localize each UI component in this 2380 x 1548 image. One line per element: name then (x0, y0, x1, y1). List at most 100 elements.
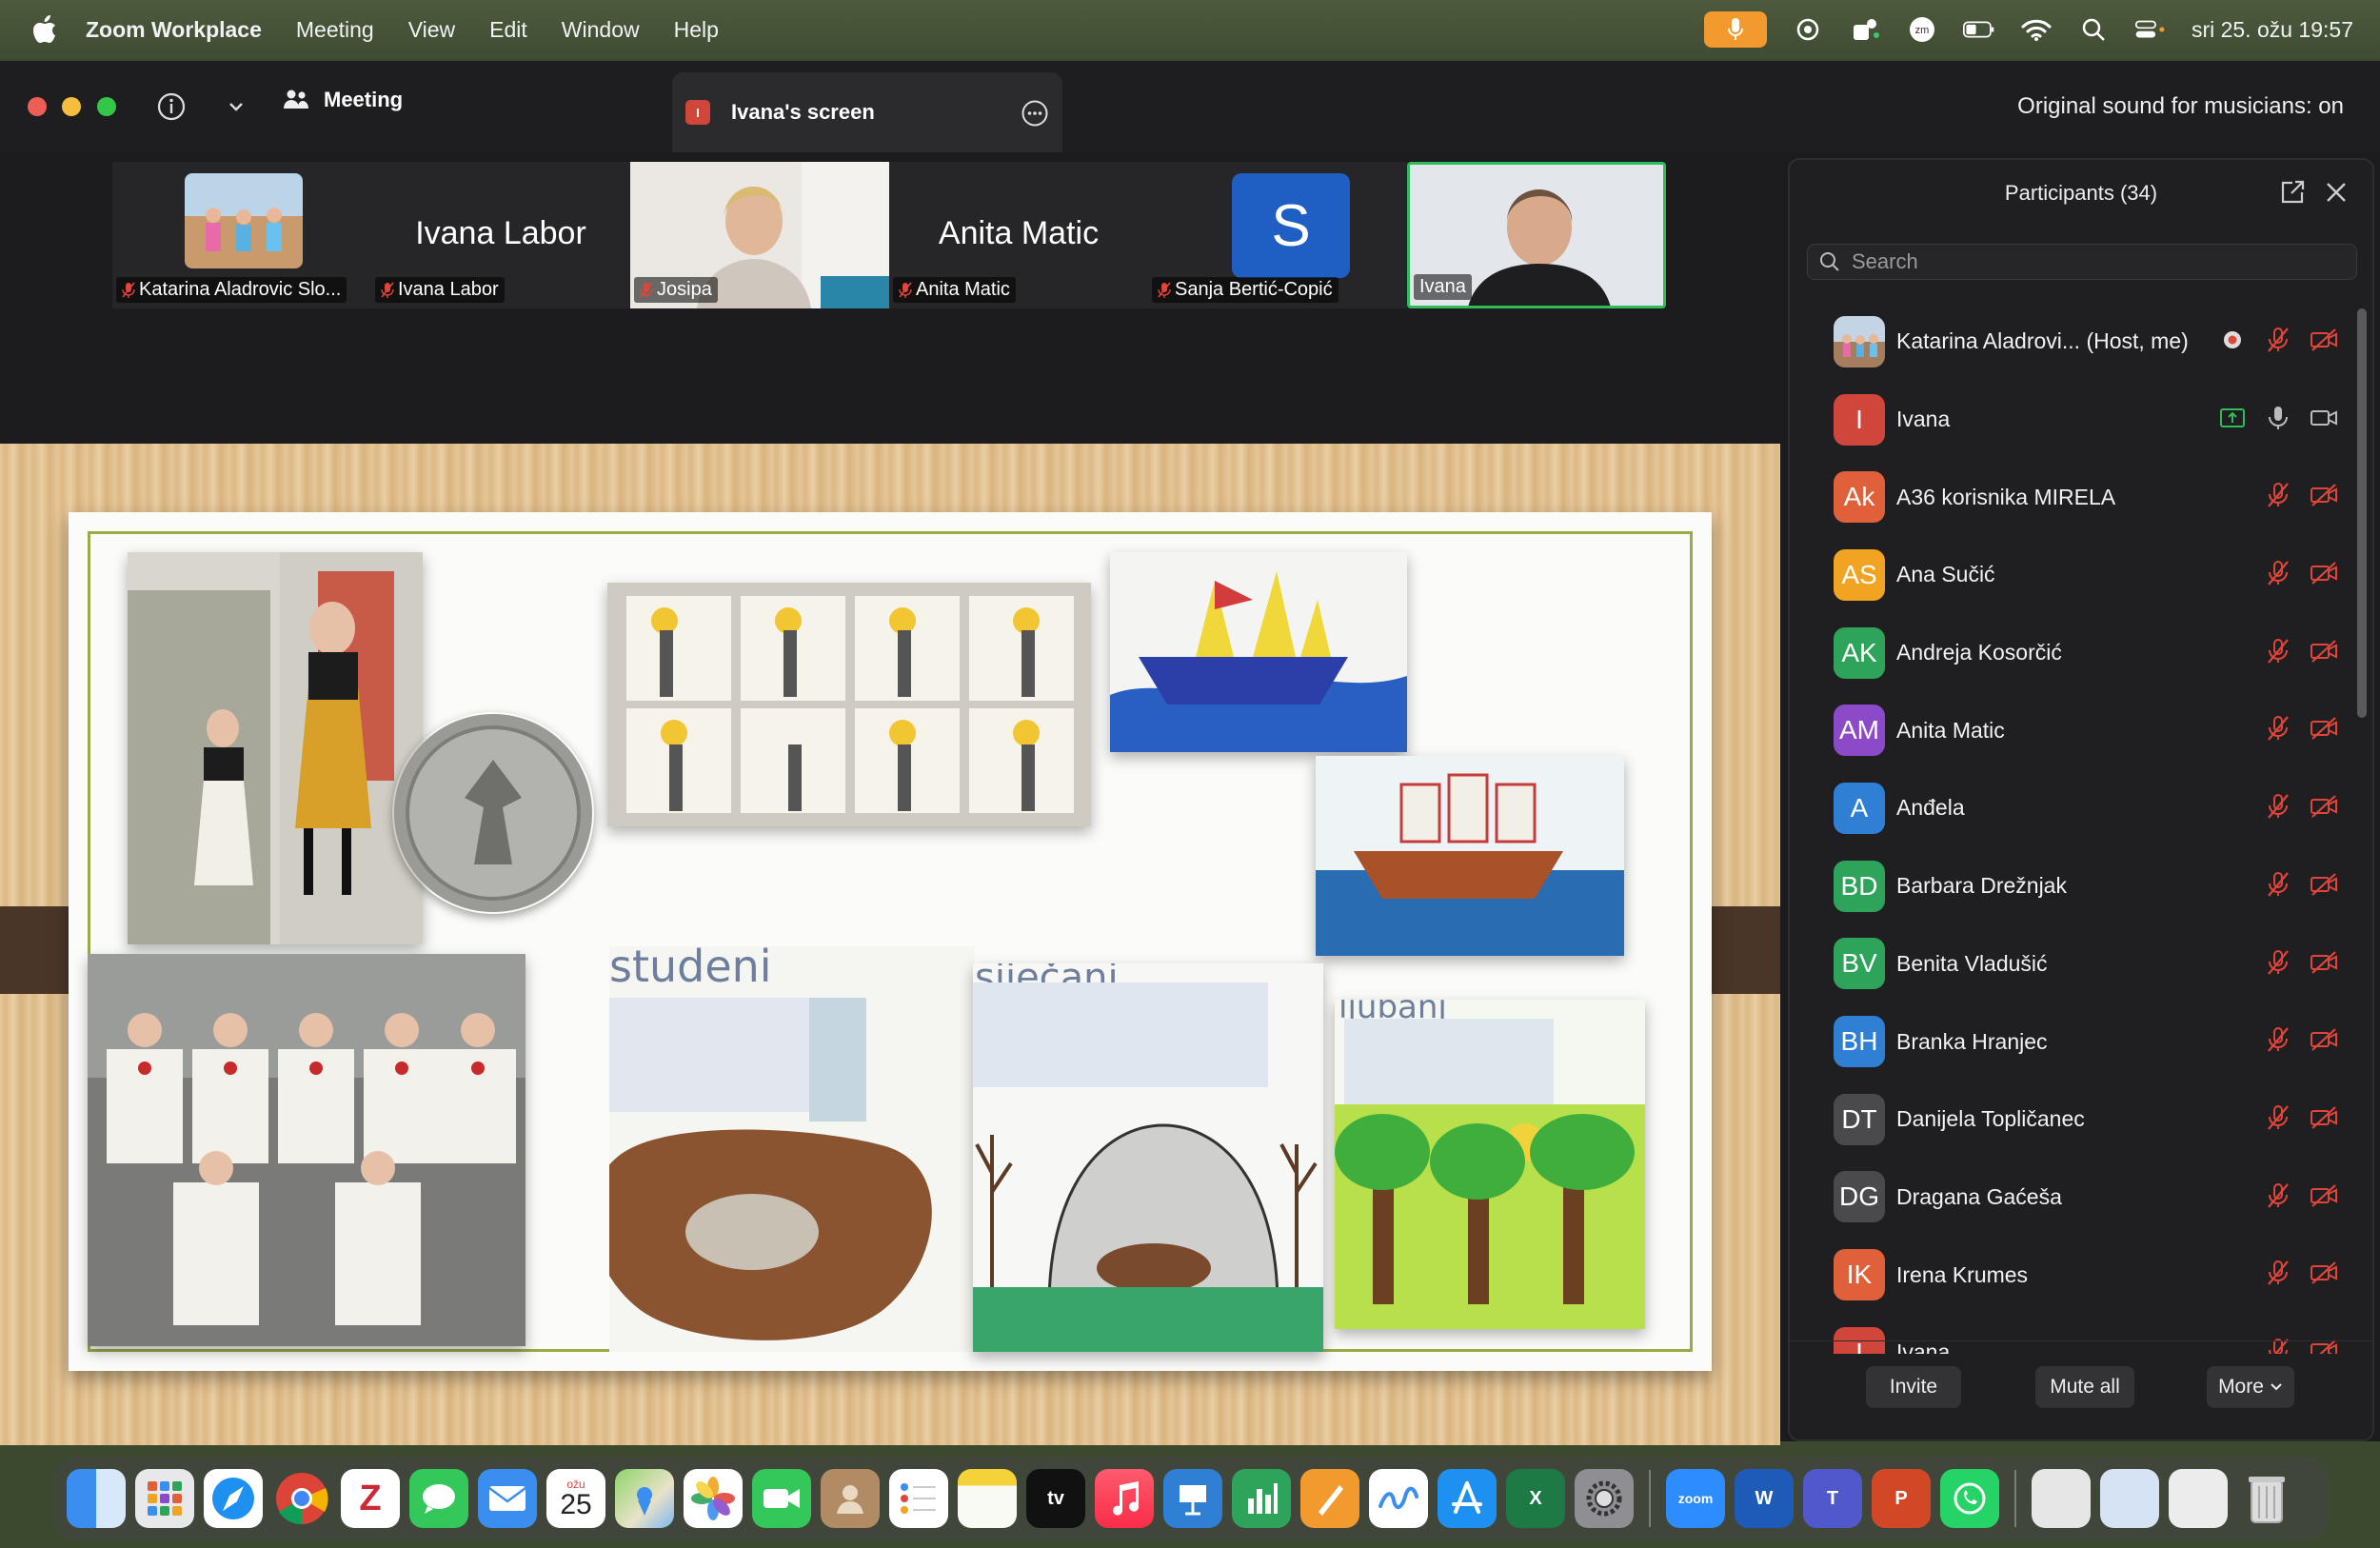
minimized-window-thumbnail[interactable] (2169, 1469, 2228, 1528)
apple-tv-icon[interactable]: tv (1026, 1469, 1085, 1528)
muted-mic-icon[interactable] (2264, 637, 2292, 665)
safari-icon[interactable] (204, 1469, 263, 1528)
more-button[interactable]: More (2207, 1366, 2294, 1408)
video-off-icon[interactable] (2310, 948, 2338, 977)
participant-row[interactable]: IK Irena Krumes (1790, 1236, 2357, 1314)
participant-row[interactable]: BV Benita Vladušić (1790, 925, 2357, 1003)
maps-icon[interactable] (615, 1469, 674, 1528)
messages-icon[interactable] (409, 1469, 468, 1528)
participant-row[interactable]: AK Andreja Kosorčić (1790, 614, 2357, 692)
apple-icon[interactable] (32, 15, 61, 44)
video-thumbnail[interactable]: Katarina Aladrovic Slo... (112, 162, 371, 308)
launchpad-icon[interactable] (135, 1469, 194, 1528)
video-off-icon[interactable] (2310, 792, 2338, 821)
video-off-icon[interactable] (2310, 326, 2338, 354)
video-off-icon[interactable] (2310, 1259, 2338, 1287)
participant-row[interactable]: A Anđela (1790, 769, 2357, 847)
participant-row[interactable]: DT Danijela Topličanec (1790, 1081, 2357, 1159)
menu-window[interactable]: Window (562, 17, 640, 43)
muted-mic-icon[interactable] (2264, 714, 2292, 743)
muted-mic-icon[interactable] (2264, 481, 2292, 509)
close-icon[interactable] (2323, 179, 2350, 206)
participant-row[interactable]: DG Dragana Gaćeša (1790, 1159, 2357, 1237)
video-thumbnail[interactable]: S Sanja Bertić-Copić (1148, 162, 1407, 308)
popout-icon[interactable] (2279, 179, 2306, 206)
video-off-icon[interactable] (2310, 481, 2338, 509)
video-off-icon[interactable] (2310, 637, 2338, 665)
menu-help[interactable]: Help (674, 17, 719, 43)
photos-icon[interactable] (684, 1469, 743, 1528)
participant-row[interactable]: Ak A36 korisnika MIRELA (1790, 458, 2357, 536)
participant-row[interactable]: BH Branka Hranjec (1790, 1002, 2357, 1081)
video-off-icon[interactable] (2310, 1025, 2338, 1054)
microphone-in-use-icon[interactable] (1703, 11, 1767, 48)
menu-app-name[interactable]: Zoom Workplace (86, 17, 262, 43)
zoom-menubar-icon[interactable]: zm (1906, 16, 1938, 43)
chevron-down-icon[interactable] (227, 97, 246, 116)
participant-list-scrollbar[interactable] (2357, 308, 2367, 718)
participant-search[interactable] (1807, 244, 2357, 280)
mail-icon[interactable] (478, 1469, 537, 1528)
reminders-icon[interactable] (889, 1469, 948, 1528)
video-off-icon[interactable] (2310, 1181, 2338, 1210)
zotero-icon[interactable]: Z (341, 1469, 400, 1528)
participant-row[interactable]: I Ivana (1790, 381, 2357, 459)
menubar-clock[interactable]: sri 25. ožu 19:57 (2192, 17, 2353, 43)
tab-shared-screen[interactable]: I Ivana's screen (672, 72, 1062, 152)
muted-mic-icon[interactable] (2264, 326, 2292, 354)
search-input[interactable] (1852, 249, 2328, 274)
contacts-icon[interactable] (821, 1469, 880, 1528)
video-off-icon[interactable] (2310, 714, 2338, 743)
participant-row[interactable]: AM Anita Matic (1790, 691, 2357, 769)
screen-share-status-icon[interactable] (1792, 16, 1824, 43)
video-thumbnail[interactable]: Anita Matic Anita Matic (889, 162, 1148, 308)
control-center-icon[interactable] (2134, 16, 2167, 43)
muted-mic-icon[interactable] (2264, 1181, 2292, 1210)
video-off-icon[interactable] (2310, 559, 2338, 587)
whatsapp-icon[interactable] (1940, 1469, 1999, 1528)
freeform-icon[interactable] (1369, 1469, 1428, 1528)
participant-row[interactable]: AS Ana Sučić (1790, 536, 2357, 614)
menu-edit[interactable]: Edit (489, 17, 527, 43)
muted-mic-icon[interactable] (2264, 870, 2292, 899)
excel-icon[interactable]: X (1506, 1469, 1565, 1528)
video-thumbnail[interactable]: Ivana Labor Ivana Labor (371, 162, 630, 308)
zoom-app-icon[interactable]: zoom (1666, 1469, 1725, 1528)
mute-all-button[interactable]: Mute all (2035, 1366, 2134, 1408)
minimize-window-button[interactable] (62, 97, 81, 116)
muted-mic-icon[interactable] (2264, 1259, 2292, 1287)
battery-icon[interactable] (1962, 16, 1995, 43)
video-icon[interactable] (2310, 404, 2338, 432)
more-options-icon[interactable] (1021, 99, 1049, 128)
music-icon[interactable] (1095, 1469, 1154, 1528)
finder-icon[interactable] (67, 1469, 126, 1528)
muted-mic-icon[interactable] (2264, 559, 2292, 587)
video-off-icon[interactable] (2310, 1103, 2338, 1132)
muted-mic-icon[interactable] (2264, 792, 2292, 821)
chrome-icon[interactable] (272, 1469, 331, 1528)
powerpoint-icon[interactable]: P (1872, 1469, 1931, 1528)
minimized-window-thumbnail[interactable] (2100, 1469, 2159, 1528)
pages-icon[interactable] (1300, 1469, 1359, 1528)
menu-meeting[interactable]: Meeting (296, 17, 374, 43)
video-thumbnail-active-speaker[interactable]: Ivana (1407, 162, 1666, 308)
invite-button[interactable]: Invite (1866, 1366, 1961, 1408)
teams-icon[interactable] (1849, 16, 1881, 43)
trash-icon[interactable] (2237, 1469, 2296, 1528)
menu-view[interactable]: View (408, 17, 455, 43)
meeting-info-icon[interactable] (156, 91, 187, 122)
video-off-icon[interactable] (2310, 870, 2338, 899)
wifi-icon[interactable] (2020, 16, 2053, 43)
muted-mic-icon[interactable] (2264, 1025, 2292, 1054)
muted-mic-icon[interactable] (2264, 1103, 2292, 1132)
muted-mic-icon[interactable] (2264, 948, 2292, 977)
system-settings-icon[interactable] (1575, 1469, 1634, 1528)
fullscreen-window-button[interactable] (97, 97, 116, 116)
word-icon[interactable]: W (1735, 1469, 1794, 1528)
video-thumbnail[interactable]: Josipa (630, 162, 889, 308)
mic-icon[interactable] (2264, 404, 2292, 432)
tab-meeting[interactable]: Meeting (282, 88, 403, 112)
minimized-window-thumbnail[interactable] (2032, 1469, 2091, 1528)
close-window-button[interactable] (28, 97, 47, 116)
facetime-icon[interactable] (752, 1469, 811, 1528)
